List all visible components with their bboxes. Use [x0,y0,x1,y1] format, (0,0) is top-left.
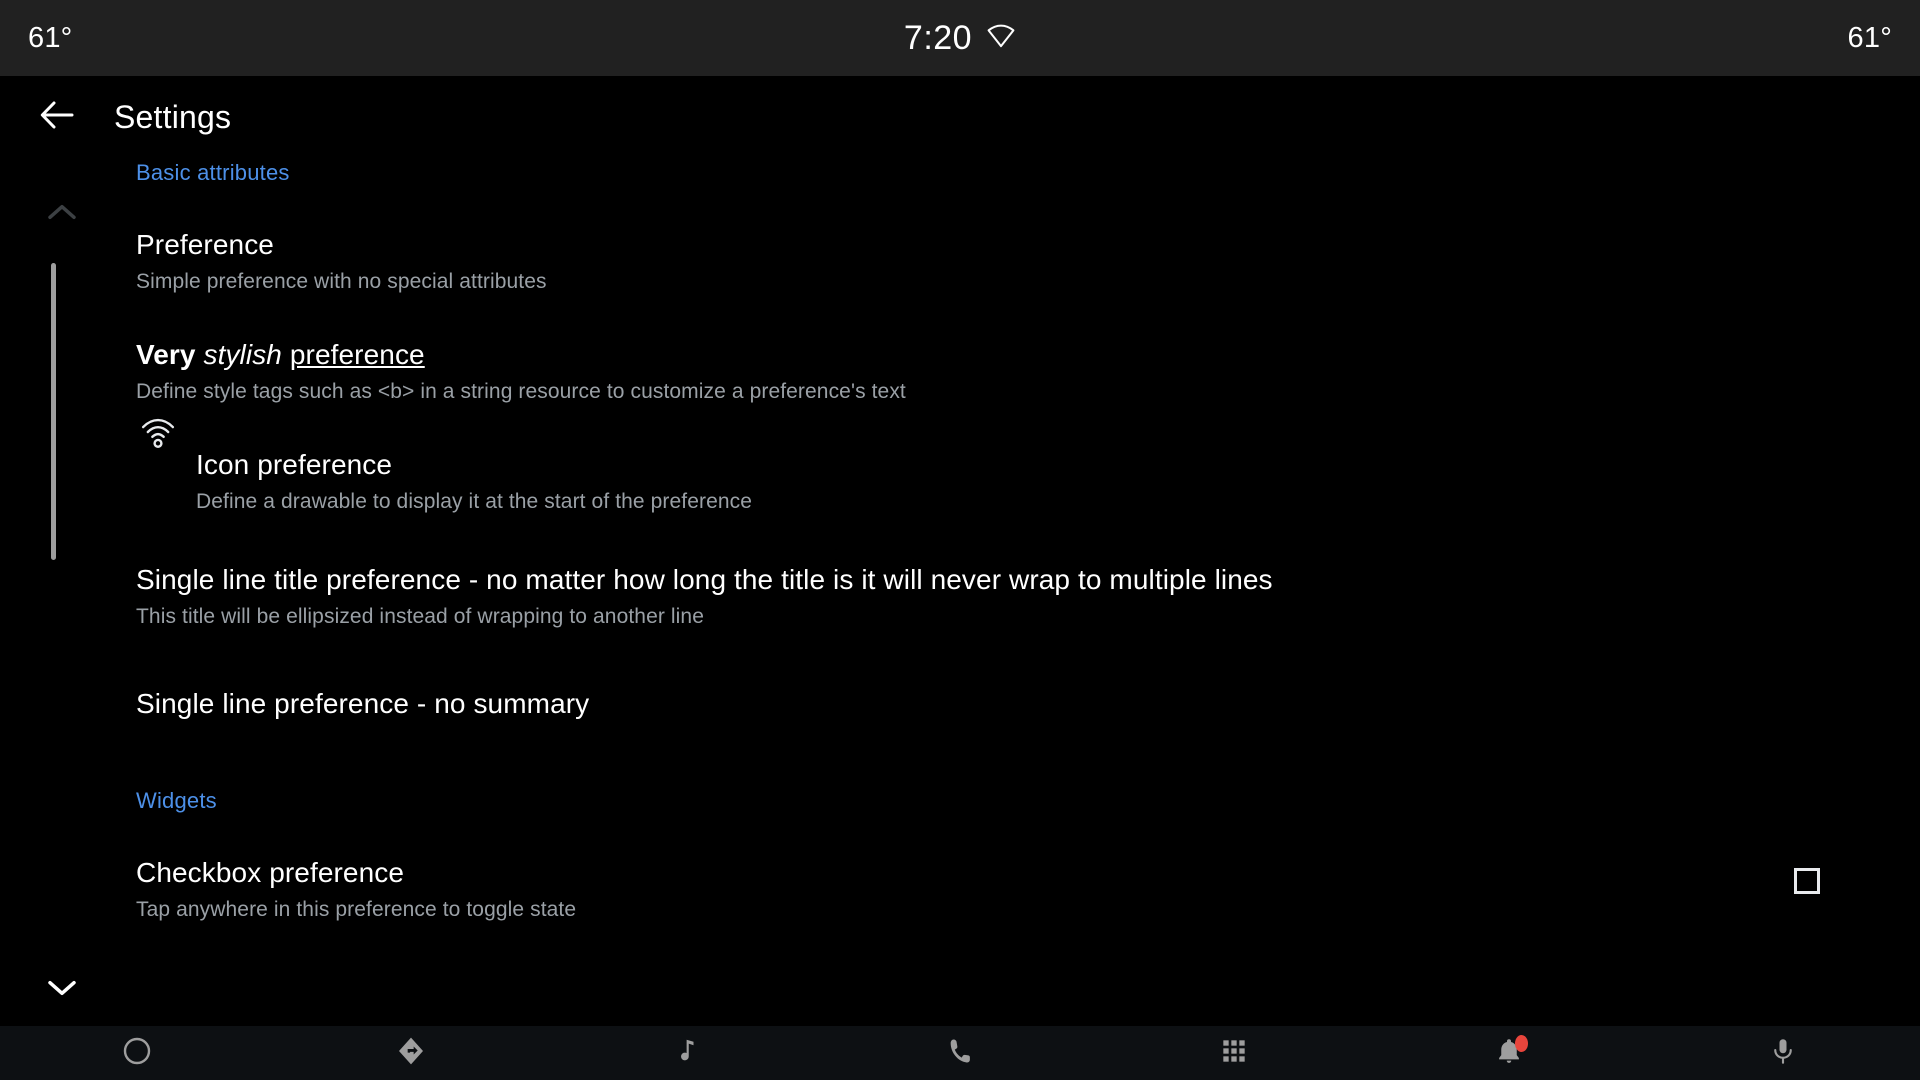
status-clock: 7:20 [903,18,973,57]
nav-item-music[interactable] [549,1026,823,1080]
arrow-back-icon [39,100,75,135]
preference-title: Very stylish preference [136,338,1800,371]
preference-summary: Simple preference with no special attrib… [136,270,547,294]
section-header-basic-attributes: Basic attributes [136,160,290,185]
microphone-icon [1768,1035,1798,1072]
preference-title: Preference [136,229,274,260]
checkbox-widget-container[interactable] [1794,868,1820,894]
preferences-scroll-area[interactable]: Basic attributes Preference Simple prefe… [0,158,1920,1026]
phone-icon [944,1035,976,1072]
preference-row-stylish[interactable]: Very stylish preference Define style tag… [0,294,1920,404]
page-title: Settings [114,98,232,135]
status-temperature-right: 61° [1847,21,1892,54]
title-fragment-bold: Very [136,339,196,371]
navigation-icon [395,1035,427,1072]
preference-row-preference[interactable]: Preference Simple preference with no spe… [0,186,1920,294]
status-temperature-left: 61° [28,21,73,54]
preference-summary: Define style tags such as <b> in a strin… [136,380,906,404]
title-fragment-underline: preference [289,339,425,371]
apps-grid-icon [1218,1035,1250,1072]
preference-row-single-line-title[interactable]: Single line title preference - no matter… [0,515,1920,629]
nav-item-notifications[interactable] [1371,1026,1645,1080]
preference-title: Icon preference [196,449,393,481]
preference-summary: Tap anywhere in this preference to toggl… [136,897,577,921]
preference-summary: Define a drawable to display it at the s… [196,490,753,514]
home-circle-icon [121,1035,153,1072]
section-header-widgets: Widgets [136,787,217,813]
notification-badge-dot [1515,1035,1529,1052]
preference-title: Single line preference - no summary [136,687,590,719]
nav-item-home[interactable] [0,1026,274,1080]
nav-item-phone[interactable] [823,1026,1097,1080]
chevron-down-icon [46,978,78,1003]
scroll-down-button[interactable] [40,968,84,1012]
music-note-icon [671,1035,701,1072]
app-bar: Settings [0,76,1920,158]
preference-title: Checkbox preference [136,856,405,888]
wifi-icon [986,23,1016,54]
status-center-group: 7:20 [72,19,1847,58]
wifi-tethering-icon [136,410,180,454]
nav-item-apps[interactable] [1097,1026,1371,1080]
preference-summary: This title will be ellipsized instead of… [136,604,704,628]
status-bar: 61° 7:20 61° [0,0,1920,76]
preference-row-single-line-no-summary[interactable]: Single line preference - no summary [0,629,1920,720]
nav-item-navigation[interactable] [274,1026,548,1080]
preference-title: Single line title preference - no matter… [136,563,1273,595]
back-button[interactable] [26,86,88,148]
preference-row-icon-preference[interactable]: Icon preference Define a drawable to dis… [0,404,1920,514]
preference-row-checkbox[interactable]: Checkbox preference Tap anywhere in this… [0,814,1920,922]
title-fragment-italic: stylish [203,339,282,371]
bottom-navigation-bar [0,1026,1920,1080]
preference-list: Basic attributes Preference Simple prefe… [0,158,1920,922]
checkbox-preference-checkbox[interactable] [1794,868,1820,894]
nav-item-microphone[interactable] [1646,1026,1920,1080]
